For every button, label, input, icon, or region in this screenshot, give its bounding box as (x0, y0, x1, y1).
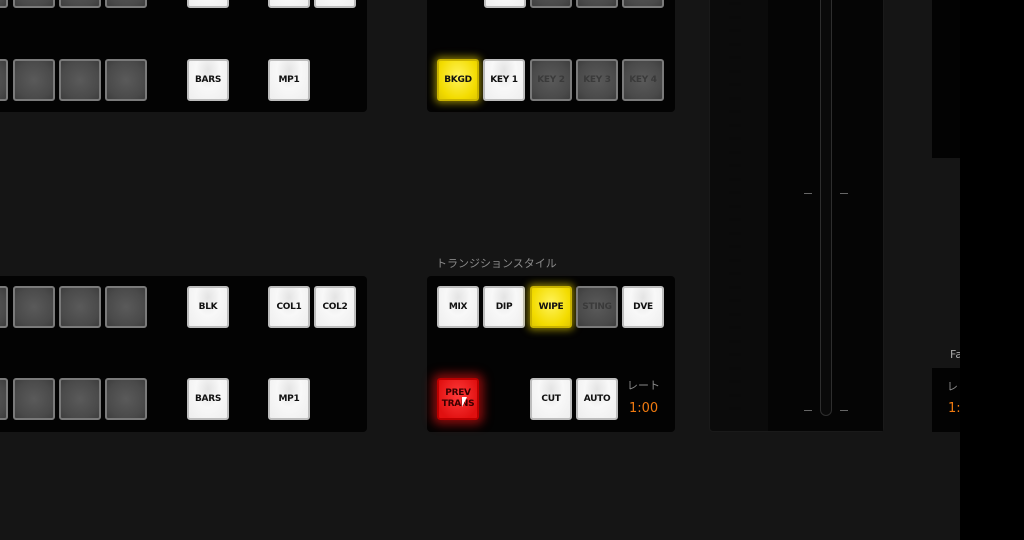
preview-source-button[interactable] (59, 59, 101, 101)
fader-scale-tick (729, 326, 741, 329)
source-button-top[interactable] (268, 0, 310, 8)
fader-scale-tick (729, 69, 741, 73)
fader-scale-tick (729, 15, 741, 19)
bars-button[interactable]: BARS (187, 59, 229, 101)
fader-scale-tick (729, 83, 741, 86)
bkgd-button[interactable]: BKGD (437, 59, 479, 101)
key2-button[interactable]: KEY 2 (530, 59, 572, 101)
key-button-top[interactable] (530, 0, 572, 8)
fader-scale-tick (729, 177, 741, 181)
fader-scale-tick (729, 353, 741, 356)
preview-source-button[interactable] (105, 378, 147, 420)
fader-scale-tick (729, 164, 741, 167)
fader-scale-tick (729, 366, 741, 370)
source-button-top[interactable] (0, 0, 8, 8)
side-rate-label: レ (947, 380, 958, 393)
mp1-button[interactable]: MP1 (268, 59, 310, 101)
fader-scale-tick (729, 285, 741, 289)
sting-button[interactable]: STING (576, 286, 618, 328)
mp1-button[interactable]: MP1 (268, 378, 310, 420)
fader-scale-tick (729, 29, 741, 32)
key-button-top[interactable] (576, 0, 618, 8)
source-button-top[interactable] (314, 0, 356, 8)
dip-button[interactable]: DIP (483, 286, 525, 328)
auto-button[interactable]: AUTO (576, 378, 618, 420)
fader-scale-tick (729, 56, 741, 59)
fader-mark (840, 410, 848, 411)
program-source-button[interactable] (105, 286, 147, 328)
program-preview-panel (0, 276, 367, 432)
key1-button[interactable]: KEY 1 (483, 59, 525, 101)
program-bus-panel (0, 0, 367, 112)
fader-scale-tick (729, 137, 741, 140)
preview-source-button[interactable] (13, 378, 55, 420)
mouse-cursor-icon (462, 397, 467, 407)
fader-scale-tick (729, 96, 741, 100)
right-edge-black (960, 0, 1024, 540)
fader-scale-tick (729, 258, 741, 262)
prev-trans-button[interactable]: PREV TRANS (437, 378, 479, 420)
program-source-button[interactable] (59, 286, 101, 328)
key-button-top[interactable] (622, 0, 664, 8)
fader-scale-tick (729, 191, 741, 194)
source-button-top[interactable] (59, 0, 101, 8)
source-button-top[interactable] (105, 0, 147, 8)
fader-scale-tick (729, 339, 741, 343)
fader-scale-tick (729, 150, 741, 154)
col2-button[interactable]: COL2 (314, 286, 356, 328)
key-button-top[interactable] (484, 0, 526, 8)
preview-source-button[interactable] (105, 59, 147, 101)
source-button-top[interactable] (13, 0, 55, 8)
preview-source-button[interactable] (0, 59, 8, 101)
key4-button[interactable]: KEY 4 (622, 59, 664, 101)
fader-scale-tick (729, 204, 741, 208)
fader-scale-tick (729, 299, 741, 302)
fader-mark (840, 193, 848, 194)
fader-slot[interactable] (820, 0, 832, 416)
preview-source-button[interactable] (59, 378, 101, 420)
blk-button[interactable]: BLK (187, 286, 229, 328)
source-button-top[interactable] (187, 0, 229, 8)
fader-mark (804, 193, 812, 194)
col1-button[interactable]: COL1 (268, 286, 310, 328)
wipe-button[interactable]: WIPE (530, 286, 572, 328)
key3-button[interactable]: KEY 3 (576, 59, 618, 101)
fader-scale-tick (729, 123, 741, 127)
fader-mark (804, 410, 812, 411)
rate-value[interactable]: 1:00 (629, 401, 658, 416)
fader-scale-tick (729, 245, 741, 248)
fader-scale-tick (729, 42, 741, 46)
transition-style-title: トランジションスタイル (436, 257, 557, 270)
mix-button[interactable]: MIX (437, 286, 479, 328)
bars-button[interactable]: BARS (187, 378, 229, 420)
fader-scale-tick (729, 218, 741, 221)
fader-scale-tick (729, 312, 741, 316)
preview-source-button[interactable] (13, 59, 55, 101)
fader-scale-tick (729, 393, 741, 397)
fader-scale-tick (729, 2, 741, 5)
fader-scale-tick (729, 407, 741, 410)
program-source-button[interactable] (0, 286, 8, 328)
fader-scale-tick (729, 110, 741, 113)
dve-button[interactable]: DVE (622, 286, 664, 328)
rate-label: レート (627, 379, 660, 392)
fader-scale-tick (729, 272, 741, 275)
preview-source-button[interactable] (0, 378, 8, 420)
cut-button[interactable]: CUT (530, 378, 572, 420)
program-source-button[interactable] (13, 286, 55, 328)
fader-scale-tick (729, 380, 741, 383)
fader-scale-tick (729, 231, 741, 235)
side-rate-value: 1: (948, 401, 961, 416)
